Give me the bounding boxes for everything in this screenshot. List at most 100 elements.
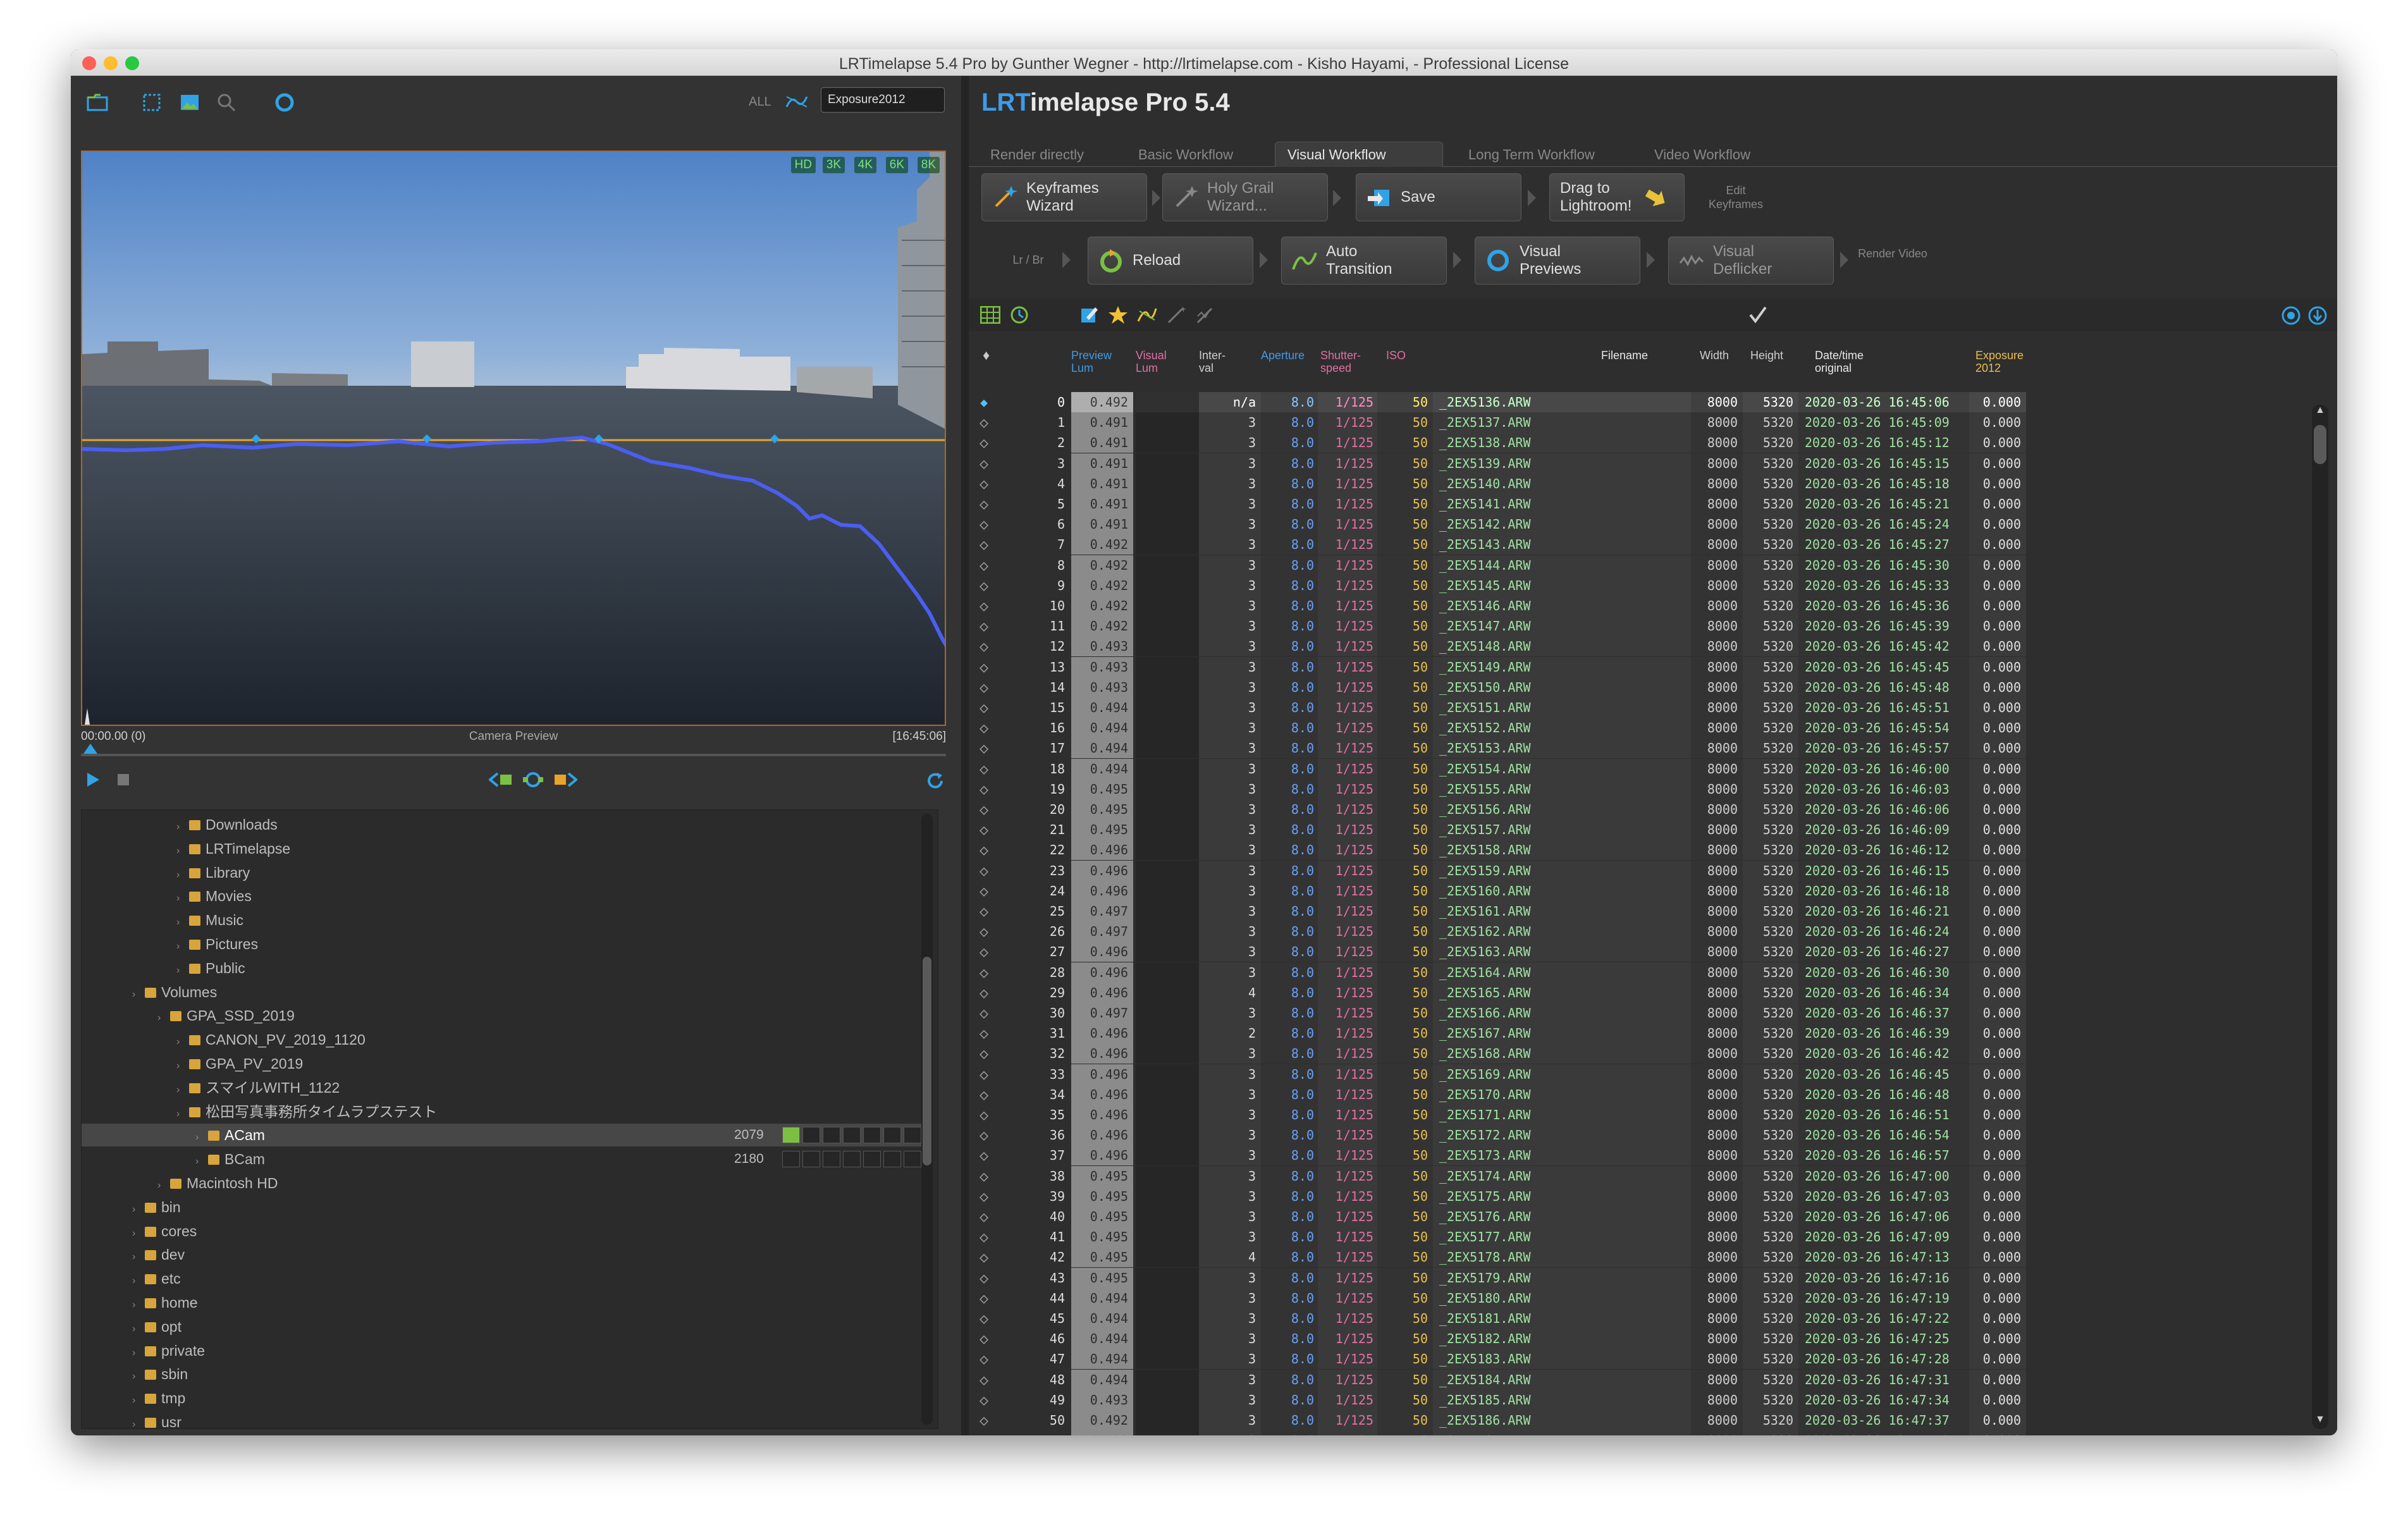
star-icon[interactable] [1107,304,1129,326]
chevron-right-icon[interactable]: › [176,888,185,909]
preview-lum-cell[interactable]: 0.496 [1071,860,1133,881]
tree-scroll-thumb[interactable] [923,957,931,1165]
res-badge-4k[interactable]: 4K [854,157,876,173]
tab-basic-workflow[interactable]: Basic Workflow [1138,147,1233,163]
parameter-select[interactable]: Exposure2012 [821,87,945,113]
preview-circle-icon[interactable] [273,91,296,114]
tree-item[interactable]: › tmp [132,1387,185,1409]
seek-handle[interactable] [83,744,97,754]
chevron-right-icon[interactable]: › [132,1366,141,1387]
chevron-right-icon[interactable]: › [132,1414,141,1428]
tree-item[interactable]: › Library [176,862,250,883]
preview-lum-cell[interactable]: 0.493 [1071,656,1133,677]
keyframe-empty-icon[interactable]: ◆ [976,474,992,494]
table-row[interactable]: ◆ 38 0.495 3 8.0 1/125 50 _2EX5174.ARW 8000 5320 2… [976,1165,2026,1186]
table-row[interactable]: ◆ 31 0.496 2 8.0 1/125 50 _2EX5167.ARW 8000 5320 2… [976,1023,2026,1044]
stop-icon[interactable] [114,770,133,789]
keyframe-prev-icon[interactable] [488,769,515,790]
scroll-thumb[interactable] [2314,425,2326,464]
header-shutter[interactable]: Shutter- speed [1320,349,1371,374]
table-row[interactable]: ◆ 44 0.494 3 8.0 1/125 50 _2EX5180.ARW 8000 5320 2… [976,1287,2026,1308]
keyframe-empty-icon[interactable]: ◆ [976,759,992,779]
tree-item[interactable]: › sbin [132,1363,188,1385]
preview-lum-cell[interactable]: 0.495 [1071,1247,1133,1268]
table-row[interactable]: ◆ 48 0.494 3 8.0 1/125 50 _2EX5184.ARW 8000 5320 2… [976,1369,2026,1390]
holy-grail-wizard-button[interactable]: Holy Grail Wizard... [1162,173,1328,221]
table-row[interactable]: ◆ 33 0.496 3 8.0 1/125 50 _2EX5169.ARW 8000 5320 2… [976,1064,2026,1084]
keyframe-empty-icon[interactable]: ◆ [976,820,992,840]
tree-item[interactable]: › cores [132,1220,197,1242]
keyframe-empty-icon[interactable]: ◆ [976,514,992,534]
folder-open-icon[interactable] [86,91,109,114]
keyframe-empty-icon[interactable]: ◆ [976,779,992,799]
curve-edit-icon[interactable] [1136,304,1158,326]
preview-lum-cell[interactable]: 0.494 [1071,1287,1133,1308]
table-row[interactable]: ◆ 11 0.492 3 8.0 1/125 50 _2EX5147.ARW 8000 5320 2… [976,616,2026,637]
chevron-right-icon[interactable]: › [176,960,185,981]
preview-lum-cell[interactable]: 0.496 [1071,880,1133,901]
keyframe-empty-icon[interactable]: ◆ [976,1043,992,1064]
header-visual-lum[interactable]: Visual Lum [1136,349,1186,374]
tree-item[interactable]: › home [132,1292,198,1313]
chevron-right-icon[interactable]: › [176,1055,185,1077]
keyframe-empty-icon[interactable]: ◆ [976,697,992,718]
preview-lum-cell[interactable]: 0.494 [1071,1329,1133,1349]
keyframe-empty-icon[interactable]: ◆ [976,1410,992,1430]
tree-item[interactable]: › CANON_PV_2019_1120 [176,1029,366,1050]
tree-item[interactable]: › Movies [176,885,252,907]
res-badge-3k[interactable]: 3K [822,157,845,173]
preview-lum-cell[interactable]: 0.495 [1071,1165,1133,1186]
preview-lum-cell[interactable]: 0.496 [1071,1064,1133,1084]
chevron-right-icon[interactable]: › [176,936,185,957]
image-icon[interactable] [178,91,201,114]
table-row[interactable]: ◆ 32 0.496 3 8.0 1/125 50 _2EX5168.ARW 8000 5320 2… [976,1043,2026,1064]
table-row[interactable]: ◆ 42 0.495 4 8.0 1/125 50 _2EX5178.ARW 8000 5320 2… [976,1247,2026,1268]
chevron-right-icon[interactable]: › [195,1151,204,1172]
preview-lum-cell[interactable]: 0.491 [1071,412,1133,433]
table-row[interactable]: ◆ 14 0.493 3 8.0 1/125 50 _2EX5150.ARW 8000 5320 2… [976,677,2026,697]
tree-item[interactable]: › dev [132,1244,185,1265]
render-video-label[interactable]: Render Video [1858,247,1927,261]
table-row[interactable]: ◆ 30 0.497 3 8.0 1/125 50 _2EX5166.ARW 8000 5320 2… [976,1003,2026,1023]
chevron-right-icon[interactable]: › [132,1223,141,1244]
keyframe-add-icon[interactable] [520,769,546,790]
table-row[interactable]: ◆ 27 0.496 3 8.0 1/125 50 _2EX5163.ARW 8000 5320 2… [976,942,2026,962]
tree-item[interactable]: › スマイルWITH_1122 [176,1077,340,1098]
tree-item[interactable]: › Downloads [176,814,278,835]
table-row[interactable]: ◆ 37 0.496 3 8.0 1/125 50 _2EX5173.ARW 8000 5320 2… [976,1145,2026,1166]
preview-lum-cell[interactable]: 0.495 [1071,1186,1133,1207]
keyframe-empty-icon[interactable]: ◆ [976,1125,992,1145]
preview-lum-cell[interactable]: 0.496 [1071,982,1133,1003]
tree-item[interactable]: › BCam [195,1148,265,1170]
preview-lum-cell[interactable]: 0.491 [1071,514,1133,535]
header-exposure[interactable]: Exposure 2012 [1975,349,2032,374]
keyframe-empty-icon[interactable]: ◆ [976,942,992,962]
keyframe-empty-icon[interactable]: ◆ [976,636,992,656]
keyframe-empty-icon[interactable]: ◆ [976,1084,992,1105]
chevron-right-icon[interactable]: › [176,816,185,838]
table-row[interactable]: ◆ 4 0.491 3 8.0 1/125 50 _2EX5140.ARW 8000 5320 20… [976,473,2026,494]
preview-lum-cell[interactable]: 0.496 [1071,1105,1133,1125]
preview-lum-cell[interactable]: 0.492 [1071,392,1133,412]
reload-button[interactable]: Reload [1088,236,1253,285]
preview-lum-cell[interactable]: 0.496 [1071,962,1133,983]
tree-item[interactable]: › bin [132,1196,181,1218]
table-row[interactable]: ◆ 3 0.491 3 8.0 1/125 50 _2EX5139.ARW 8000 5320 20… [976,453,2026,474]
keyframe-empty-icon[interactable]: ◆ [976,1145,992,1165]
table-row[interactable]: ◆ 1 0.491 3 8.0 1/125 50 _2EX5137.ARW 8000 5320 20… [976,412,2026,433]
chevron-right-icon[interactable]: › [132,1270,141,1292]
table-row[interactable]: ◆ 35 0.496 3 8.0 1/125 50 _2EX5171.ARW 8000 5320 2… [976,1105,2026,1125]
chevron-right-icon[interactable]: › [176,1103,185,1125]
table-grid-icon[interactable] [979,304,1002,326]
preview-lum-cell[interactable]: 0.492 [1071,616,1133,637]
panel-splitter[interactable] [961,76,969,1435]
header-height[interactable]: Height [1750,349,1783,362]
save-button[interactable]: Save [1356,173,1521,221]
keyframe-empty-icon[interactable]: ◆ [976,840,992,860]
preview-lum-cell[interactable]: 0.495 [1071,820,1133,840]
preview-lum-cell[interactable]: 0.492 [1071,1430,1133,1435]
header-aperture[interactable]: Aperture [1261,349,1305,362]
tab-visual-workflow[interactable]: Visual Workflow [1287,147,1386,163]
keyframe-empty-icon[interactable]: ◆ [976,1268,992,1288]
preview-lum-cell[interactable]: 0.493 [1071,677,1133,697]
